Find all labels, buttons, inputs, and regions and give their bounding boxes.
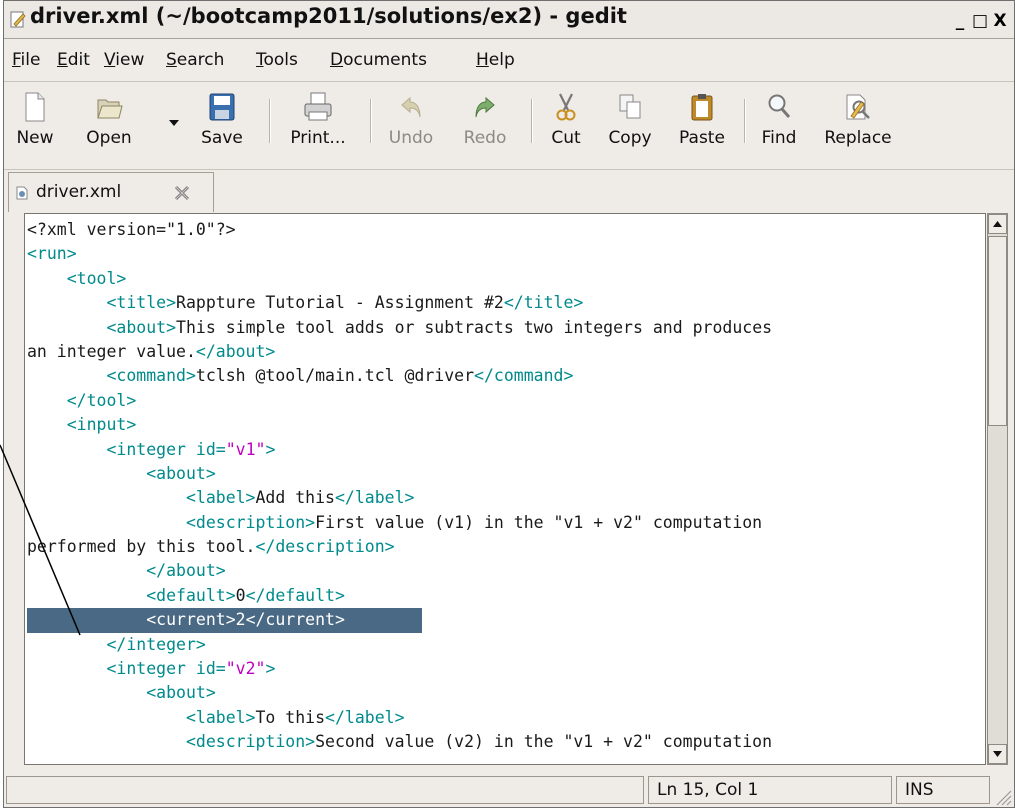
paste-button[interactable]: Paste bbox=[668, 88, 736, 158]
document-tabs: driver.xml bbox=[4, 169, 1014, 212]
new-button[interactable]: New bbox=[4, 88, 66, 158]
scroll-up-icon bbox=[993, 221, 1002, 227]
save-floppy-icon bbox=[209, 93, 235, 121]
insert-mode[interactable]: INS bbox=[896, 776, 990, 804]
undo-arrow-icon bbox=[401, 96, 421, 118]
find-replace-icon bbox=[846, 94, 870, 120]
scissors-icon bbox=[556, 93, 576, 121]
print-button[interactable]: Print... bbox=[276, 88, 360, 158]
clipboard-icon bbox=[691, 94, 713, 121]
code-line[interactable]: <about> bbox=[27, 681, 772, 705]
redo-label: Redo bbox=[463, 128, 507, 148]
menu-edit[interactable]: Edit bbox=[57, 50, 90, 70]
selected-code-line[interactable]: <current>2</current> bbox=[27, 608, 422, 633]
vertical-scrollbar[interactable] bbox=[987, 213, 1008, 765]
find-button[interactable]: Find bbox=[752, 88, 806, 158]
scroll-thumb[interactable] bbox=[988, 236, 1007, 426]
print-label: Print... bbox=[290, 128, 346, 148]
tab-close-icon[interactable] bbox=[173, 184, 191, 202]
cut-button[interactable]: Cut bbox=[538, 88, 594, 158]
menu-view[interactable]: View bbox=[104, 50, 144, 70]
open-label: Open bbox=[86, 128, 132, 148]
maximize-button[interactable]: □ bbox=[971, 12, 989, 30]
close-button[interactable]: X bbox=[991, 12, 1009, 30]
text-editor[interactable]: <?xml version="1.0"?> <run> <tool> <title… bbox=[24, 213, 986, 765]
find-label: Find bbox=[761, 128, 797, 148]
code-line[interactable]: <label>Add this</label> bbox=[27, 486, 772, 510]
code-line[interactable]: <description>First value (v1) in the "v1… bbox=[27, 511, 772, 535]
status-bar: Ln 15, Col 1 INS bbox=[4, 772, 1014, 808]
cursor-position: Ln 15, Col 1 bbox=[648, 776, 892, 804]
open-button[interactable]: Open bbox=[64, 88, 154, 158]
toolbar-separator bbox=[269, 99, 271, 143]
window-title: driver.xml (~/bootcamp2011/solutions/ex2… bbox=[30, 4, 627, 28]
code-line[interactable]: <default>0</default> bbox=[27, 584, 772, 608]
status-message bbox=[6, 776, 644, 804]
undo-label: Undo bbox=[388, 128, 434, 148]
code-line[interactable]: <about> bbox=[27, 462, 772, 486]
toolbar-separator bbox=[744, 99, 746, 143]
code-line[interactable]: <integer id="v1"> bbox=[27, 438, 772, 462]
magnifier-icon bbox=[768, 94, 791, 118]
code-line[interactable]: <description>Second value (v2) in the "v… bbox=[27, 730, 772, 754]
code-line[interactable]: </integer> bbox=[27, 633, 772, 657]
copy-label: Copy bbox=[608, 128, 652, 148]
text-editor-icon bbox=[10, 11, 26, 28]
code-view[interactable]: <?xml version="1.0"?> <run> <tool> <title… bbox=[27, 218, 772, 755]
cut-label: Cut bbox=[551, 128, 581, 148]
tab-label: driver.xml bbox=[36, 182, 122, 202]
open-folder-icon bbox=[97, 99, 123, 119]
code-line[interactable]: <tool> bbox=[27, 267, 772, 291]
code-line[interactable]: <command>tclsh @tool/main.tcl @driver</c… bbox=[27, 364, 772, 388]
code-line[interactable]: </tool> bbox=[27, 389, 772, 413]
copy-button[interactable]: Copy bbox=[594, 88, 666, 158]
toolbar-separator bbox=[370, 99, 372, 143]
code-line[interactable]: </about> bbox=[27, 559, 772, 583]
code-line[interactable]: <title>Rappture Tutorial - Assignment #2… bbox=[27, 291, 772, 315]
menu-bar: File Edit View Search Tools Documents He… bbox=[4, 39, 1014, 81]
redo-button[interactable]: Redo bbox=[450, 88, 520, 158]
toolbar: New Open Save Print... Undo Redo Cut Cop… bbox=[4, 83, 1014, 163]
new-label: New bbox=[16, 128, 54, 148]
code-line[interactable]: an integer value.</about> bbox=[27, 340, 772, 364]
new-document-icon bbox=[25, 92, 45, 122]
menu-separator bbox=[4, 81, 1014, 82]
menu-documents[interactable]: Documents bbox=[330, 50, 427, 70]
code-line[interactable]: <input> bbox=[27, 413, 772, 437]
replace-label: Replace bbox=[824, 128, 892, 148]
undo-button[interactable]: Undo bbox=[376, 88, 446, 158]
code-line[interactable]: <?xml version="1.0"?> bbox=[27, 218, 772, 242]
code-line[interactable]: <label>To this</label> bbox=[27, 706, 772, 730]
scroll-down-button[interactable] bbox=[988, 744, 1007, 764]
code-line[interactable]: <integer id="v2"> bbox=[27, 657, 772, 681]
save-label: Save bbox=[201, 128, 243, 148]
gedit-window: driver.xml (~/bootcamp2011/solutions/ex2… bbox=[3, 0, 1015, 808]
resize-grip-icon[interactable] bbox=[992, 786, 1012, 806]
code-line[interactable]: <about>This simple tool adds or subtract… bbox=[27, 316, 772, 340]
menu-search[interactable]: Search bbox=[166, 50, 224, 70]
copy-icon bbox=[619, 94, 641, 119]
minimize-button[interactable]: _ bbox=[951, 12, 969, 30]
paste-label: Paste bbox=[679, 128, 725, 148]
printer-icon bbox=[304, 92, 332, 121]
tab-driver-xml[interactable]: driver.xml bbox=[8, 172, 214, 212]
save-button[interactable]: Save bbox=[192, 88, 252, 158]
scroll-up-button[interactable] bbox=[988, 214, 1007, 234]
open-dropdown-arrow-icon[interactable] bbox=[169, 120, 179, 126]
code-line[interactable]: <run> bbox=[27, 242, 772, 266]
title-bar[interactable]: driver.xml (~/bootcamp2011/solutions/ex2… bbox=[4, 1, 1014, 39]
toolbar-separator bbox=[531, 99, 533, 143]
scroll-down-icon bbox=[993, 751, 1002, 757]
menu-tools[interactable]: Tools bbox=[256, 50, 298, 70]
menu-help[interactable]: Help bbox=[476, 50, 515, 70]
replace-button[interactable]: Replace bbox=[810, 88, 906, 158]
document-icon bbox=[16, 186, 28, 200]
menu-file[interactable]: File bbox=[12, 50, 40, 70]
redo-arrow-icon bbox=[475, 96, 495, 118]
code-line[interactable]: performed by this tool.</description> bbox=[27, 535, 772, 559]
